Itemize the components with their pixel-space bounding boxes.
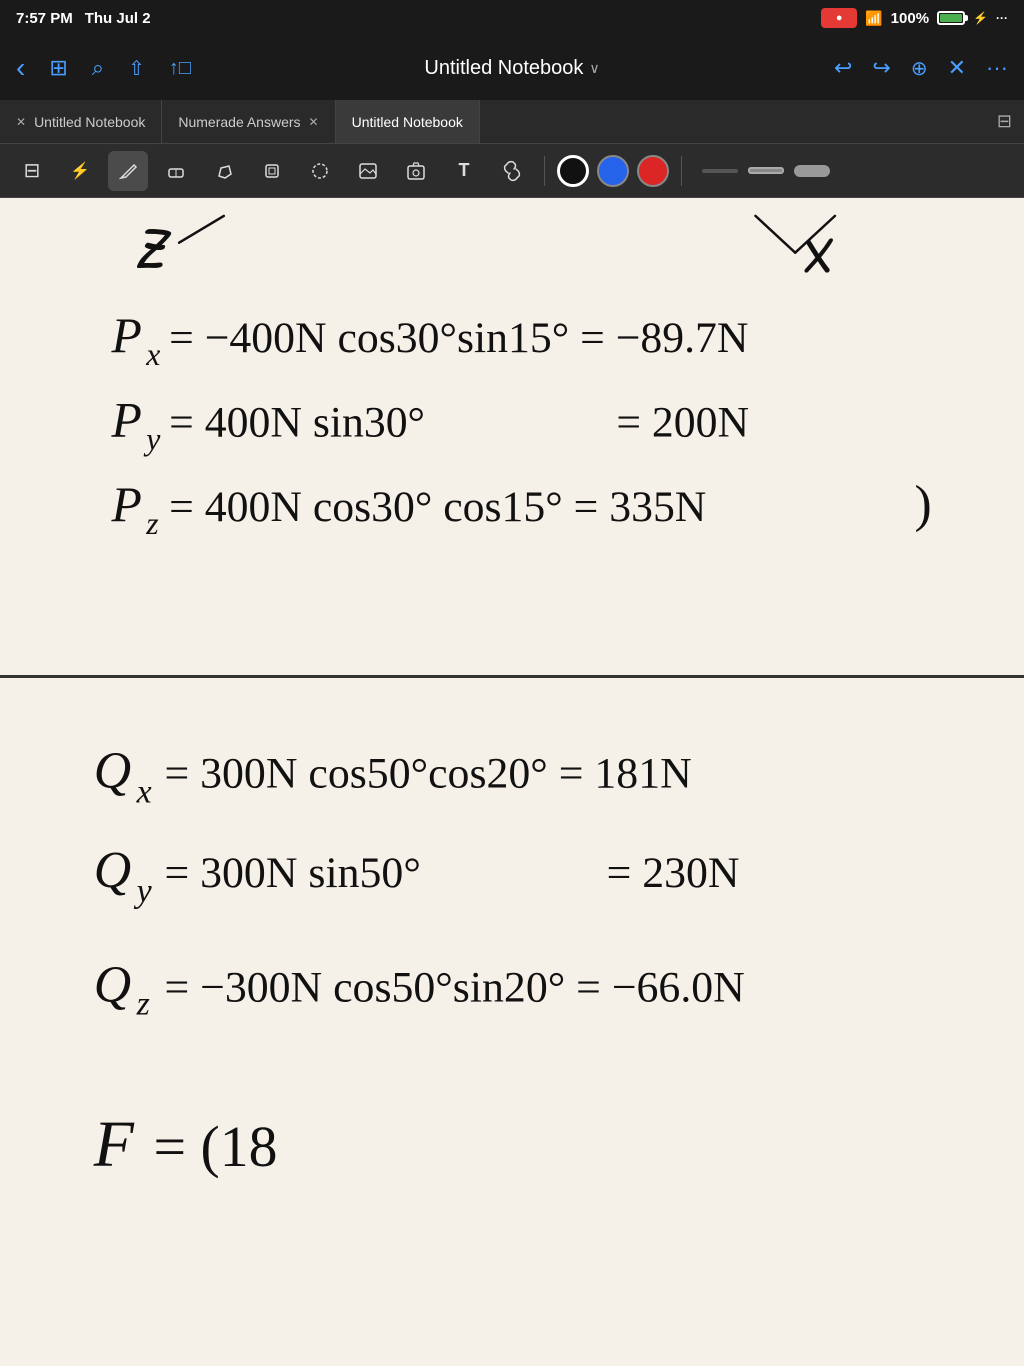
svg-text:= 300N sin50°: = 300N sin50° [164, 849, 420, 897]
stamp-icon [261, 160, 283, 182]
bluetooth-button[interactable]: ⚡ [60, 151, 100, 191]
page-2-svg: Q x = 300N cos50°cos20° = 181N Q y = 300… [0, 678, 1024, 1366]
lasso-tool-button[interactable] [300, 151, 340, 191]
color-red-button[interactable] [637, 155, 669, 187]
svg-text:P: P [111, 393, 142, 448]
image-icon [357, 160, 379, 182]
tab-close-2[interactable]: ✕ [309, 115, 319, 129]
status-bar: 7:57 PM Thu Jul 2 ● 📶 100% ⚡ ··· [0, 0, 1024, 36]
highlighter-icon [213, 160, 235, 182]
tab-label-1: Untitled Notebook [34, 114, 145, 130]
stroke-options [694, 165, 838, 177]
text-tool-button[interactable]: T [444, 151, 484, 191]
tab-untitled-1[interactable]: ✕ Untitled Notebook [0, 100, 162, 143]
battery-percent: 100% [891, 10, 929, 27]
pen-icon [117, 160, 139, 182]
close-button[interactable]: ✕ [948, 55, 966, 81]
notebook-page-1: Z X P x = −400N cos30°sin15° = −89.7N P … [0, 198, 1024, 678]
notebook-page-2: Q x = 300N cos50°cos20° = 181N Q y = 300… [0, 678, 1024, 1366]
svg-text:Q: Q [94, 743, 131, 800]
camera-icon [405, 160, 427, 182]
nav-left: ‹ ⊞ ⌕ ⇧ ↑□ [16, 52, 347, 84]
link-tool-button[interactable] [492, 151, 532, 191]
more-button[interactable]: ··· [986, 55, 1008, 81]
svg-text:x: x [136, 773, 152, 810]
tab-close-1[interactable]: ✕ [16, 115, 26, 129]
svg-text:= 400N cos30° cos15° = 335N: = 400N cos30° cos15° = 335N [169, 483, 706, 531]
svg-text:P: P [111, 477, 142, 532]
tabs-bar: ✕ Untitled Notebook Numerade Answers ✕ U… [0, 100, 1024, 144]
svg-text:Q: Q [94, 842, 131, 899]
pen-tool-button[interactable] [108, 151, 148, 191]
camera-tool-button[interactable] [396, 151, 436, 191]
lasso-icon [309, 160, 331, 182]
link-icon [501, 160, 523, 182]
wifi-icon: 📶 [865, 10, 882, 27]
svg-text:= 200N: = 200N [616, 399, 749, 447]
tab-label-3: Untitled Notebook [352, 114, 463, 130]
redo-button[interactable]: ↪ [872, 55, 890, 81]
share-button[interactable]: ↑□ [169, 57, 191, 80]
svg-text:F: F [93, 1108, 135, 1181]
svg-text:y: y [134, 873, 153, 910]
stamp-tool-button[interactable] [252, 151, 292, 191]
svg-text:= 230N: = 230N [607, 849, 740, 897]
title-text: Untitled Notebook [424, 57, 583, 80]
svg-text:Z: Z [134, 208, 171, 286]
stroke-thick-button[interactable] [794, 165, 830, 177]
record-icon: ● [821, 8, 857, 28]
date-display: Thu Jul 2 [85, 10, 151, 27]
toolbar-separator-2 [681, 156, 682, 186]
battery-icon [937, 11, 965, 25]
time-display: 7:57 PM [16, 10, 73, 27]
charging-icon: ⚡ [973, 11, 988, 25]
dots-icon: ··· [996, 11, 1008, 25]
svg-text:z: z [136, 986, 150, 1023]
notebook-title[interactable]: Untitled Notebook ∨ [424, 57, 599, 80]
svg-text:= (18: = (18 [154, 1116, 278, 1179]
svg-text:y: y [143, 421, 161, 456]
toolbar: ⊟ ⚡ [0, 144, 1024, 198]
back-button[interactable]: ‹ [16, 52, 25, 84]
nav-center: Untitled Notebook ∨ [347, 57, 678, 80]
title-chevron: ∨ [589, 60, 599, 77]
toolbar-separator-1 [544, 156, 545, 186]
sidebar-toggle-button[interactable]: ⊟ [12, 151, 52, 191]
svg-text:= −400N cos30°sin15° = −89.7N: = −400N cos30°sin15° = −89.7N [169, 314, 748, 362]
tab-sidebar-button[interactable]: ⊟ [985, 100, 1024, 143]
stroke-thin-button[interactable] [702, 169, 738, 173]
page-1-svg: Z X P x = −400N cos30°sin15° = −89.7N P … [0, 198, 1024, 675]
svg-text:z: z [145, 506, 158, 541]
search-button[interactable]: ⌕ [92, 55, 104, 81]
canvas-area[interactable]: Z X P x = −400N cos30°sin15° = −89.7N P … [0, 198, 1024, 1366]
svg-text:= 400N sin30°: = 400N sin30° [169, 399, 425, 447]
bookmark-button[interactable]: ⇧ [128, 56, 145, 81]
status-left: 7:57 PM Thu Jul 2 [16, 10, 151, 27]
nav-bar: ‹ ⊞ ⌕ ⇧ ↑□ Untitled Notebook ∨ ↩ ↪ ⊕ ✕ ·… [0, 36, 1024, 100]
image-tool-button[interactable] [348, 151, 388, 191]
add-page-button[interactable]: ⊕ [911, 56, 928, 81]
color-black-button[interactable] [557, 155, 589, 187]
status-right: ● 📶 100% ⚡ ··· [821, 8, 1008, 28]
highlighter-tool-button[interactable] [204, 151, 244, 191]
battery-fill [940, 14, 962, 22]
svg-text:Q: Q [94, 957, 131, 1014]
grid-button[interactable]: ⊞ [49, 55, 67, 81]
svg-text:): ) [914, 476, 931, 533]
tab-untitled-2[interactable]: Untitled Notebook [336, 100, 480, 143]
nav-right: ↩ ↪ ⊕ ✕ ··· [677, 55, 1008, 81]
svg-text:x: x [145, 337, 160, 372]
tab-label-2: Numerade Answers [178, 114, 300, 130]
svg-text:= −300N cos50°sin20° = −66.0N: = −300N cos50°sin20° = −66.0N [164, 964, 744, 1012]
eraser-icon [165, 160, 187, 182]
svg-text:= 300N cos50°cos20° = 181N: = 300N cos50°cos20° = 181N [164, 750, 691, 798]
tab-numerade[interactable]: Numerade Answers ✕ [162, 100, 335, 143]
stroke-medium-button[interactable] [748, 167, 784, 174]
color-blue-button[interactable] [597, 155, 629, 187]
eraser-tool-button[interactable] [156, 151, 196, 191]
svg-text:P: P [111, 308, 142, 363]
undo-button[interactable]: ↩ [834, 55, 852, 81]
